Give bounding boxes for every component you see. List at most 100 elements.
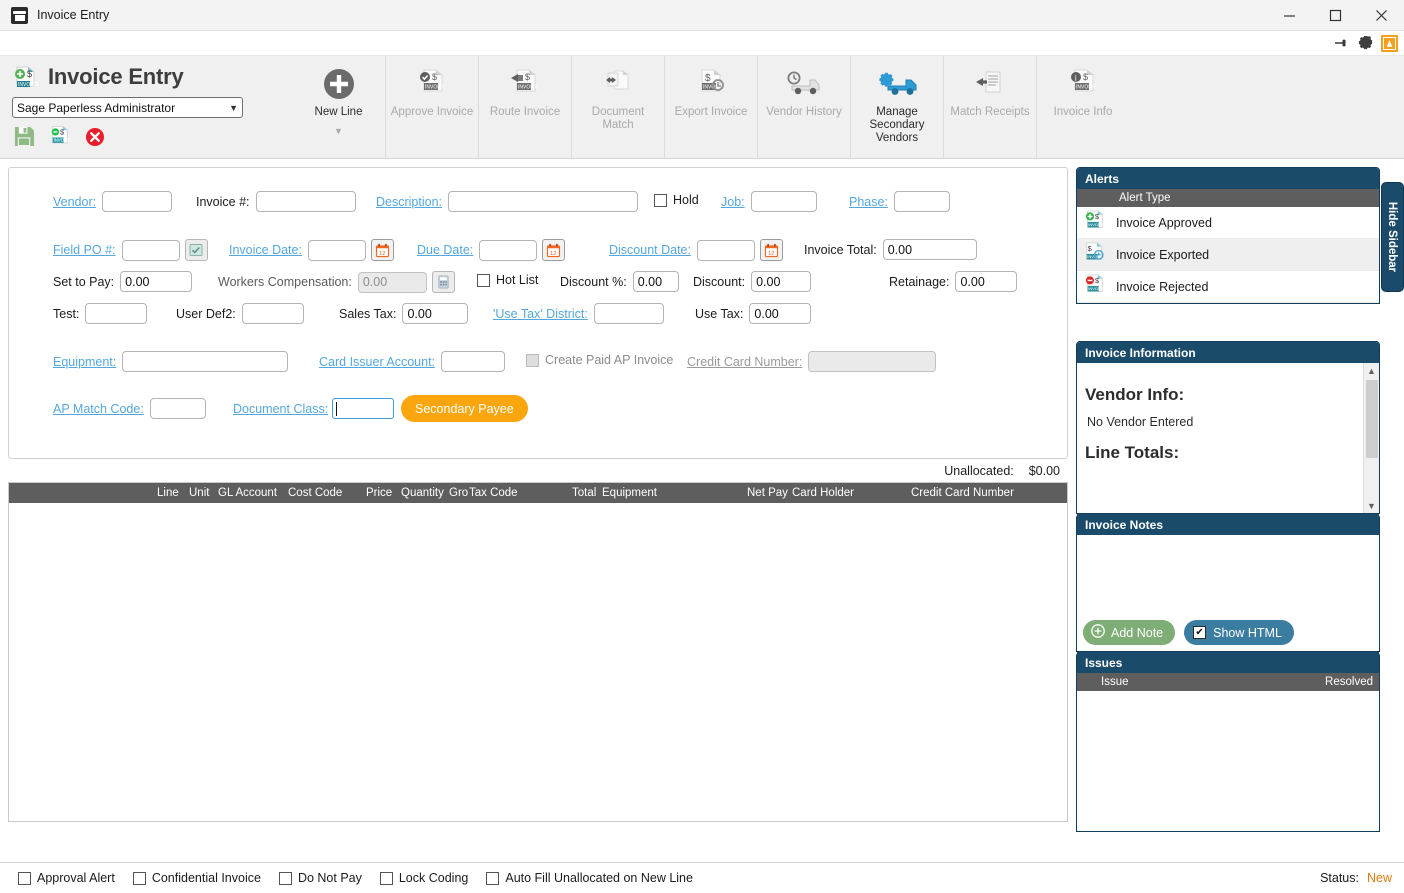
column-header-price[interactable]: Price	[366, 487, 392, 499]
due-date-calendar-icon[interactable]: 12	[542, 239, 566, 261]
scroll-up-icon[interactable]: ▲	[1367, 363, 1376, 378]
alert-row-invoice-rejected[interactable]: $ INVOICE Invoice Rejected	[1077, 271, 1379, 303]
scroll-down-icon[interactable]: ▼	[1367, 498, 1376, 513]
auto-fill-unallocated-checkbox-wrap[interactable]: Auto Fill Unallocated on New Line	[486, 871, 693, 885]
field-po-lookup-icon[interactable]	[184, 239, 208, 261]
save-icon[interactable]	[14, 126, 35, 150]
card-issuer-account-input[interactable]	[441, 351, 506, 372]
chevron-down-icon[interactable]: ▼	[334, 126, 343, 136]
pin-icon[interactable]	[1333, 35, 1349, 51]
phase-input[interactable]	[893, 191, 950, 212]
column-header-card-holder[interactable]: Card Holder	[792, 487, 854, 499]
job-label[interactable]: Job:	[721, 195, 745, 209]
column-header-gl-account[interactable]: GL Account	[218, 487, 277, 499]
retainage-input[interactable]: 0.00	[955, 271, 1018, 292]
alert-row-invoice-exported[interactable]: $ INVOICE Invoice Exported	[1077, 239, 1379, 271]
confidential-invoice-checkbox[interactable]	[132, 871, 146, 885]
do-not-pay-checkbox[interactable]	[278, 871, 292, 885]
confidential-invoice-checkbox-wrap[interactable]: Confidential Invoice	[132, 871, 261, 885]
column-header-unit[interactable]: Unit	[189, 487, 209, 499]
invoice-date-label[interactable]: Invoice Date:	[229, 243, 302, 257]
card-issuer-account-label[interactable]: Card Issuer Account:	[319, 355, 435, 369]
hold-checkbox[interactable]	[654, 193, 667, 207]
discount-percent-input[interactable]: 0.00	[632, 271, 679, 292]
gear-icon[interactable]	[1357, 35, 1373, 51]
close-icon[interactable]	[1358, 0, 1404, 31]
show-html-checkbox[interactable]: ✔	[1193, 626, 1207, 639]
column-header-line[interactable]: Line	[157, 487, 179, 499]
column-header-total[interactable]: Total	[572, 487, 596, 499]
ribbon-item-export-invoice[interactable]: $ INVOICE Export Invoice	[664, 56, 757, 158]
test-input[interactable]	[85, 303, 148, 324]
ribbon-item-manage-secondary-vendors[interactable]: Manage Secondary Vendors	[850, 56, 943, 158]
user-def2-input[interactable]	[241, 303, 304, 324]
app-logo[interactable]	[1381, 34, 1398, 52]
ribbon-item-new-line[interactable]: New Line ▼	[292, 56, 385, 158]
invoice-number-input[interactable]	[255, 191, 356, 212]
invoice-information-scrollbar[interactable]: ▲ ▼	[1363, 363, 1379, 513]
lock-coding-checkbox-wrap[interactable]: Lock Coding	[379, 871, 468, 885]
auto-fill-unallocated-checkbox[interactable]	[486, 871, 500, 885]
ribbon-item-match-receipts[interactable]: Match Receipts	[943, 56, 1036, 158]
document-class-input[interactable]	[332, 398, 395, 419]
vendor-input[interactable]	[102, 191, 173, 212]
invoice-date-calendar-icon[interactable]: 12	[370, 239, 394, 261]
column-header-credit-card-number[interactable]: Credit Card Number	[911, 487, 1014, 499]
use-tax-district-input[interactable]	[593, 303, 664, 324]
phase-label[interactable]: Phase:	[849, 195, 888, 209]
invoice-notes-body[interactable]: Add Note ✔ Show HTML	[1077, 535, 1379, 651]
discount-input[interactable]: 0.00	[751, 271, 812, 292]
discount-date-calendar-icon[interactable]: 12	[759, 239, 783, 261]
document-class-label[interactable]: Document Class:	[233, 402, 328, 416]
add-note-button[interactable]: Add Note	[1083, 620, 1176, 645]
column-header-gross[interactable]: Gro	[449, 487, 468, 499]
ribbon-item-invoice-info[interactable]: i $ INVOICE Invoice Info	[1036, 56, 1129, 158]
approval-alert-checkbox[interactable]	[18, 871, 31, 885]
column-header-quantity[interactable]: Quantity	[401, 487, 444, 499]
lock-coding-checkbox[interactable]	[379, 871, 393, 885]
use-tax-district-label[interactable]: 'Use Tax' District:	[493, 307, 588, 321]
description-input[interactable]	[448, 191, 638, 212]
minimize-icon[interactable]	[1266, 0, 1312, 31]
column-header-tax-code[interactable]: Tax Code	[469, 487, 518, 499]
column-header-equipment[interactable]: Equipment	[602, 487, 657, 499]
hot-list-checkbox[interactable]	[477, 273, 490, 287]
invoice-lines-grid[interactable]: Line Unit GL Account Cost Code Price Qua…	[8, 482, 1068, 822]
ribbon-item-document-match[interactable]: Document Match	[571, 56, 664, 158]
user-select[interactable]: Sage Paperless Administrator ▼	[12, 97, 243, 118]
approval-alert-checkbox-wrap[interactable]: Approval Alert	[18, 871, 115, 885]
cancel-icon[interactable]	[85, 127, 105, 150]
invoice-date-input[interactable]	[307, 239, 366, 261]
sales-tax-input[interactable]: 0.00	[402, 303, 469, 324]
field-po-input[interactable]	[121, 239, 180, 261]
ribbon-item-route-invoice[interactable]: $ INVOICE Route Invoice	[478, 56, 571, 158]
discount-date-input[interactable]	[696, 239, 755, 261]
scrollbar-thumb[interactable]	[1365, 380, 1378, 458]
due-date-input[interactable]	[479, 239, 538, 261]
use-tax-input[interactable]: 0.00	[749, 303, 812, 324]
hide-sidebar-tab[interactable]: Hide Sidebar	[1381, 182, 1404, 292]
invoice-total-input[interactable]: 0.00	[882, 239, 977, 260]
job-input[interactable]	[750, 191, 817, 212]
show-html-toggle[interactable]: ✔ Show HTML	[1184, 620, 1294, 645]
issues-list[interactable]	[1077, 691, 1379, 831]
ribbon-item-vendor-history[interactable]: Vendor History	[757, 56, 850, 158]
due-date-label[interactable]: Due Date:	[417, 243, 473, 257]
ap-match-code-input[interactable]	[149, 398, 206, 419]
invoice-lines-grid-body[interactable]	[9, 503, 1067, 821]
save-invoice-icon[interactable]: $ INVOICE	[49, 125, 71, 150]
secondary-payee-button[interactable]: Secondary Payee	[401, 395, 528, 422]
description-label[interactable]: Description:	[376, 195, 442, 209]
equipment-input[interactable]	[122, 351, 289, 372]
ap-match-code-label[interactable]: AP Match Code:	[53, 402, 144, 416]
column-header-cost-code[interactable]: Cost Code	[288, 487, 342, 499]
alert-row-invoice-approved[interactable]: $ INVOICE Invoice Approved	[1077, 207, 1379, 239]
equipment-label[interactable]: Equipment:	[53, 355, 116, 369]
ribbon-item-approve-invoice[interactable]: $ INVOICE Approve Invoice	[385, 56, 478, 158]
workers-compensation-calculator-icon[interactable]	[431, 271, 455, 293]
do-not-pay-checkbox-wrap[interactable]: Do Not Pay	[278, 871, 362, 885]
maximize-icon[interactable]	[1312, 0, 1358, 31]
vendor-label[interactable]: Vendor:	[53, 195, 96, 209]
field-po-label[interactable]: Field PO #:	[53, 243, 116, 257]
discount-date-label[interactable]: Discount Date:	[609, 243, 691, 257]
